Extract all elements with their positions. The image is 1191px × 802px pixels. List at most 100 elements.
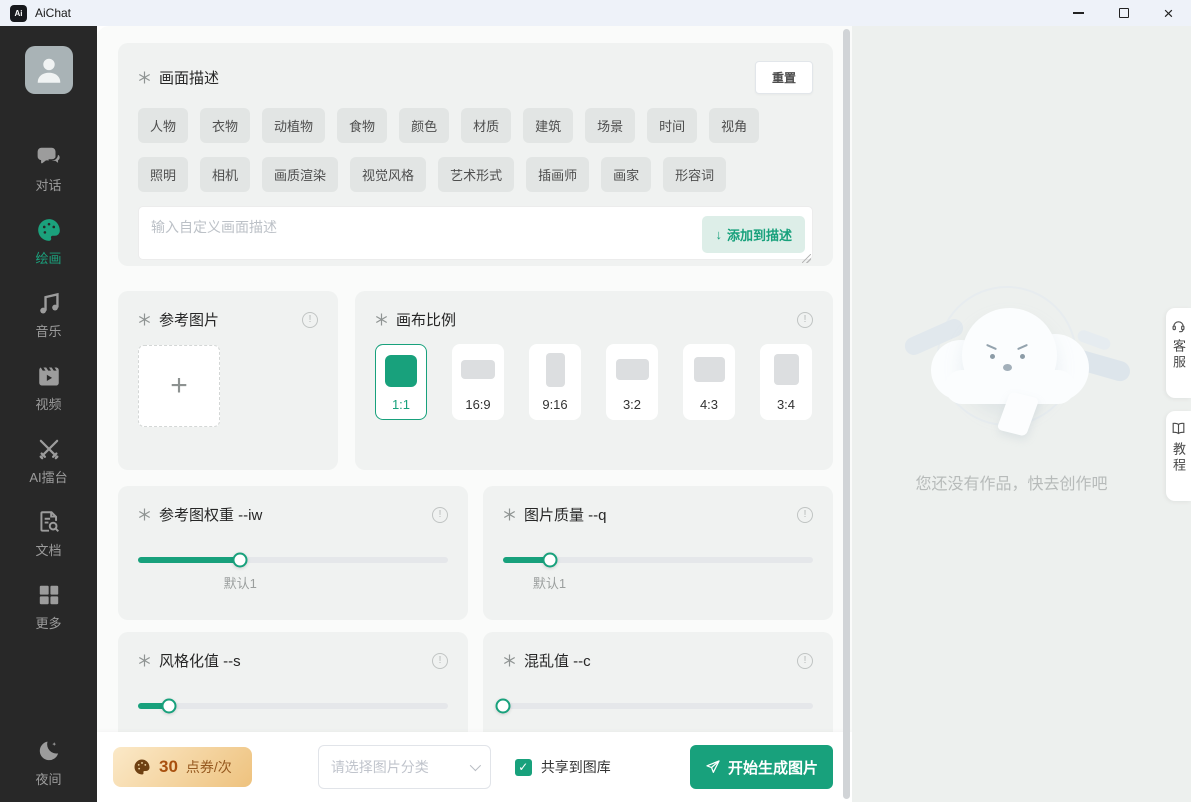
slider-track[interactable] bbox=[503, 557, 813, 563]
ratio-shape bbox=[694, 357, 725, 382]
ratio-option-3-2[interactable]: 3:2 bbox=[606, 344, 658, 420]
add-to-description-button[interactable]: 添加到描述 bbox=[702, 216, 805, 253]
slider-default-hint: 默认1 bbox=[224, 573, 257, 592]
select-placeholder: 请选择图片分类 bbox=[331, 757, 429, 777]
sidebar-item-music[interactable]: 音乐 bbox=[14, 290, 84, 340]
tag-button[interactable]: 画质渲染 bbox=[262, 157, 338, 192]
slider-handle[interactable] bbox=[542, 553, 557, 568]
scroll-content: 画面描述 重置 人物 衣物 动植物 食物 颜色 材质 建筑 场景 时间 视角 bbox=[97, 26, 852, 766]
slider-header: 风格化值 --s bbox=[138, 650, 448, 671]
close-button[interactable]: × bbox=[1146, 0, 1191, 26]
info-icon[interactable] bbox=[432, 653, 448, 669]
sidebar-item-more[interactable]: 更多 bbox=[14, 582, 84, 632]
ratio-option-1-1[interactable]: 1:1 bbox=[375, 344, 427, 420]
ratio-option-16-9[interactable]: 16:9 bbox=[452, 344, 504, 420]
tag-button[interactable]: 相机 bbox=[200, 157, 250, 192]
tag-button[interactable]: 视觉风格 bbox=[350, 157, 426, 192]
tag-button[interactable]: 艺术形式 bbox=[438, 157, 514, 192]
share-label: 共享到图库 bbox=[541, 757, 611, 777]
maximize-button[interactable] bbox=[1101, 0, 1146, 26]
gallery-panel: 您还没有作品，快去创作吧 客服 教程 bbox=[852, 26, 1191, 802]
tag-button[interactable]: 食物 bbox=[337, 108, 387, 143]
ratio-option-9-16[interactable]: 9:16 bbox=[529, 344, 581, 420]
plus-icon bbox=[170, 371, 188, 401]
slider-handle[interactable] bbox=[496, 699, 511, 714]
image-category-select[interactable]: 请选择图片分类 bbox=[318, 745, 491, 789]
down-arrow-icon bbox=[715, 227, 722, 242]
sidebar-item-ai-arena[interactable]: AI擂台 bbox=[14, 436, 84, 486]
slider-header: 混乱值 --c bbox=[503, 650, 813, 671]
tag-button[interactable]: 动植物 bbox=[262, 108, 325, 143]
slider-fill bbox=[138, 557, 240, 563]
ratio-option-3-4[interactable]: 3:4 bbox=[760, 344, 812, 420]
info-icon[interactable] bbox=[797, 507, 813, 523]
ratio-option-4-3[interactable]: 4:3 bbox=[683, 344, 735, 420]
empty-state-text: 您还没有作品，快去创作吧 bbox=[852, 470, 1171, 494]
cost-badge: 30 点券/次 bbox=[113, 747, 252, 787]
ratio-shape bbox=[385, 355, 417, 387]
info-icon[interactable] bbox=[797, 312, 813, 328]
tag-button[interactable]: 人物 bbox=[138, 108, 188, 143]
person-icon bbox=[31, 52, 67, 88]
cloud-illustration bbox=[907, 294, 1117, 454]
app-title: AiChat bbox=[35, 6, 71, 20]
tag-button[interactable]: 画家 bbox=[601, 157, 651, 192]
reset-button[interactable]: 重置 bbox=[755, 61, 813, 94]
info-icon[interactable] bbox=[797, 653, 813, 669]
cloud-eye bbox=[1020, 354, 1025, 359]
tag-button[interactable]: 形容词 bbox=[663, 157, 726, 192]
customer-service-tab[interactable]: 客服 bbox=[1166, 308, 1191, 398]
tag-button[interactable]: 视角 bbox=[709, 108, 759, 143]
share-checkbox[interactable] bbox=[515, 759, 532, 776]
share-to-gallery-option[interactable]: 共享到图库 bbox=[515, 757, 611, 777]
row-reference-ratio: 参考图片 画布比例 bbox=[118, 291, 833, 470]
generate-image-button[interactable]: 开始生成图片 bbox=[690, 745, 833, 789]
tag-button[interactable]: 照明 bbox=[138, 157, 188, 192]
slider-handle[interactable] bbox=[233, 553, 248, 568]
slider-track[interactable] bbox=[138, 557, 448, 563]
upload-image-button[interactable] bbox=[138, 345, 220, 427]
chat-icon bbox=[36, 144, 62, 170]
slider-handle[interactable] bbox=[162, 699, 177, 714]
avatar[interactable] bbox=[25, 46, 73, 94]
minimize-button[interactable] bbox=[1056, 0, 1101, 26]
tag-button[interactable]: 场景 bbox=[585, 108, 635, 143]
sidebar-item-label: 文档 bbox=[35, 540, 61, 559]
slider-default-hint: 默认1 bbox=[533, 573, 566, 592]
tag-button[interactable]: 颜色 bbox=[399, 108, 449, 143]
ratio-shape bbox=[461, 360, 495, 379]
titlebar-left: Ai AiChat bbox=[0, 5, 71, 22]
ratio-list: 1:1 16:9 9:16 bbox=[375, 344, 813, 420]
swords-icon bbox=[36, 436, 62, 462]
sidebar-item-label: 绘画 bbox=[35, 248, 61, 267]
slider-track[interactable] bbox=[503, 703, 813, 709]
sidebar: 对话 绘画 音乐 视频 AI擂台 bbox=[0, 26, 97, 802]
sidebar-item-video[interactable]: 视频 bbox=[14, 363, 84, 413]
slider-panel-iw: 参考图权重 --iw 默认1 bbox=[118, 486, 468, 620]
sidebar-item-label: 更多 bbox=[35, 613, 61, 632]
tag-button[interactable]: 时间 bbox=[647, 108, 697, 143]
empty-state: 您还没有作品，快去创作吧 bbox=[852, 294, 1171, 494]
sidebar-item-label: AI擂台 bbox=[29, 467, 67, 486]
sidebar-item-draw[interactable]: 绘画 bbox=[14, 217, 84, 267]
footer-bar: 30 点券/次 请选择图片分类 共享到图库 开始生成图片 bbox=[97, 732, 852, 802]
resize-handle[interactable] bbox=[802, 254, 811, 263]
tutorial-tab[interactable]: 教程 bbox=[1166, 411, 1191, 501]
info-icon[interactable] bbox=[432, 507, 448, 523]
moon-icon bbox=[36, 738, 62, 764]
sidebar-item-chat[interactable]: 对话 bbox=[14, 144, 84, 194]
cost-unit: 点券/次 bbox=[186, 757, 232, 777]
sidebar-item-night-mode[interactable]: 夜间 bbox=[14, 738, 84, 788]
sidebar-item-label: 视频 bbox=[35, 394, 61, 413]
slider-track[interactable] bbox=[138, 703, 448, 709]
ratio-shape bbox=[616, 359, 649, 380]
sidebar-item-docs[interactable]: 文档 bbox=[14, 509, 84, 559]
headset-icon bbox=[1171, 318, 1186, 333]
tag-button[interactable]: 衣物 bbox=[200, 108, 250, 143]
tag-button[interactable]: 插画师 bbox=[526, 157, 589, 192]
tag-button[interactable]: 材质 bbox=[461, 108, 511, 143]
vertical-scrollbar[interactable] bbox=[843, 29, 850, 799]
tag-button[interactable]: 建筑 bbox=[523, 108, 573, 143]
ratio-label: 16:9 bbox=[465, 397, 490, 412]
info-icon[interactable] bbox=[302, 312, 318, 328]
